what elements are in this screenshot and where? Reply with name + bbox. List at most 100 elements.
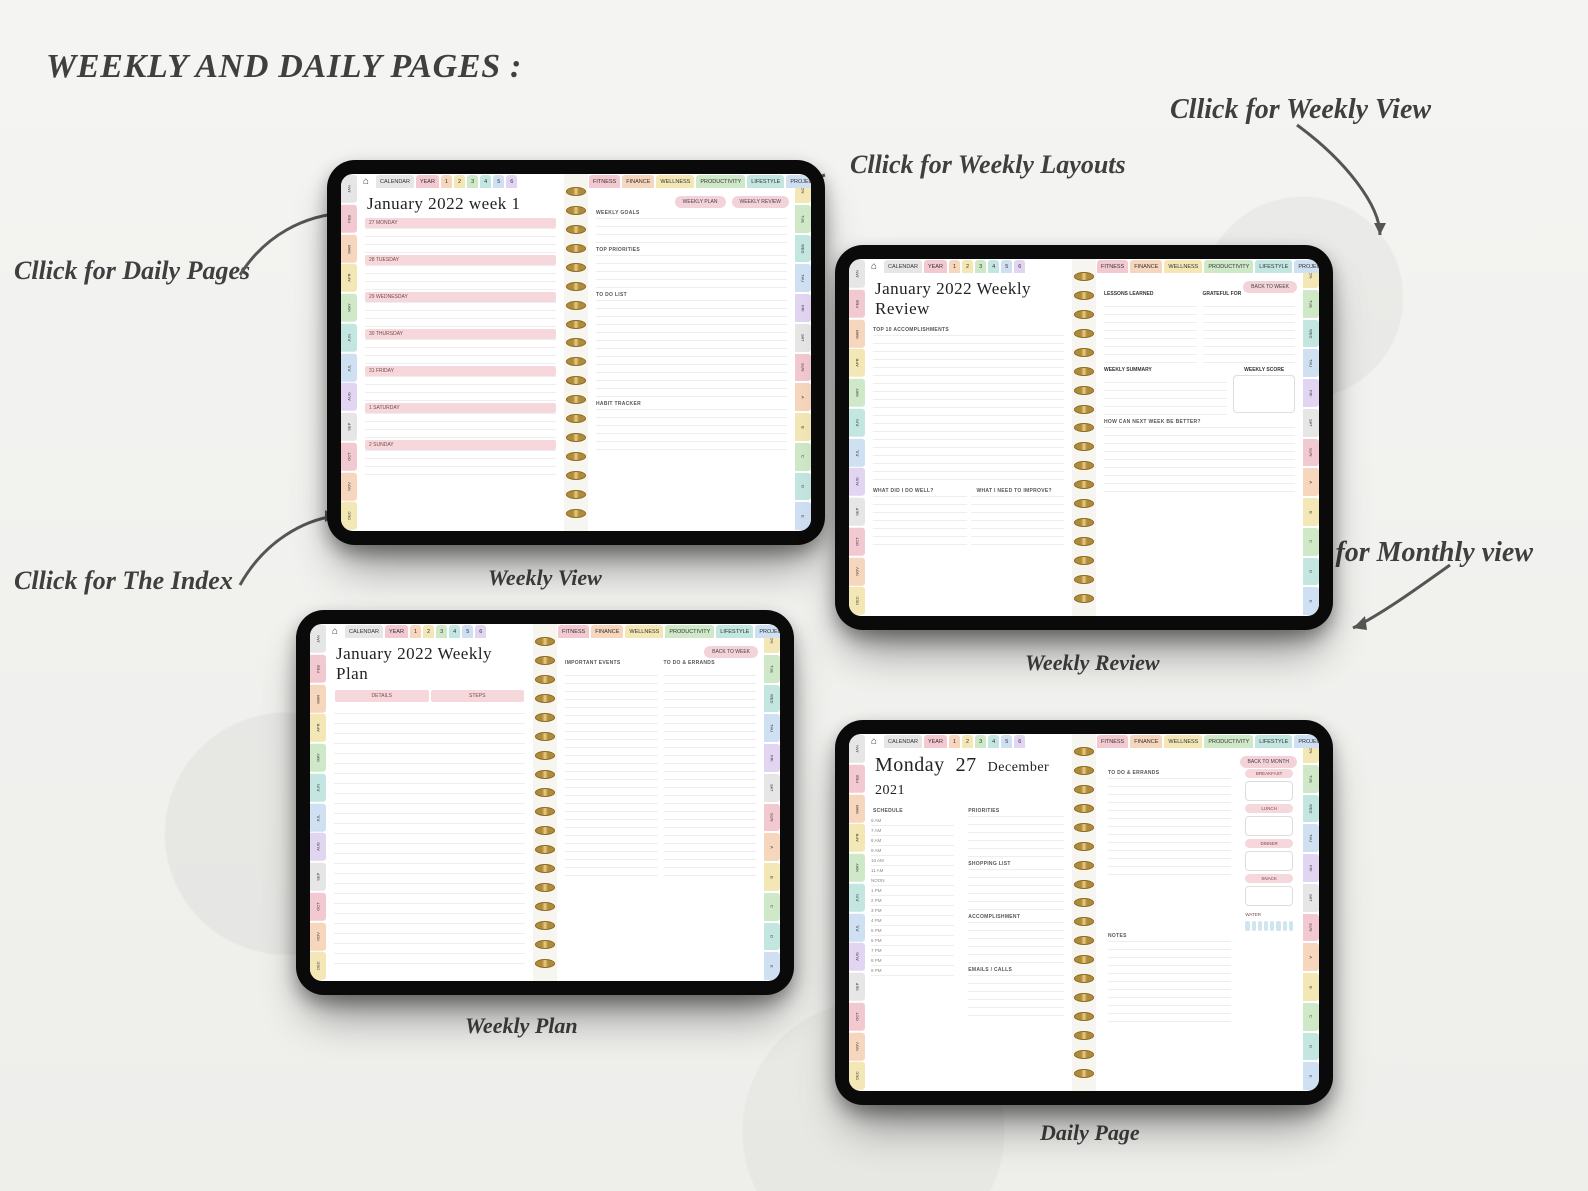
side-tab[interactable]: B <box>1303 973 1319 1001</box>
nav-tab[interactable]: CALENDAR <box>376 175 414 188</box>
day-tab[interactable]: 30 THURSDAY <box>365 329 556 339</box>
month-tab[interactable]: FEB <box>849 765 865 793</box>
side-tab[interactable]: SUN <box>795 354 811 382</box>
nav-tab[interactable]: 2 <box>962 260 973 273</box>
month-tab[interactable]: JUN <box>310 774 326 802</box>
side-tab[interactable]: C <box>1303 1003 1319 1031</box>
nav-tab[interactable]: LIFESTYLE <box>1255 260 1292 273</box>
nav-tab[interactable]: LIFESTYLE <box>716 625 753 638</box>
side-tab[interactable]: WED <box>795 235 811 263</box>
nav-tab[interactable]: WELLNESS <box>625 625 663 638</box>
nav-tab[interactable]: PROJECTS <box>1294 260 1319 273</box>
side-tab[interactable]: WED <box>1303 795 1319 823</box>
side-tab[interactable]: SUN <box>1303 439 1319 467</box>
day-tab[interactable]: 31 FRIDAY <box>365 366 556 376</box>
month-tab[interactable]: MAY <box>849 379 865 407</box>
nav-tab[interactable]: FITNESS <box>1097 260 1128 273</box>
side-tab[interactable]: THU <box>764 714 780 742</box>
home-icon[interactable]: ⌂ <box>326 624 344 638</box>
month-tab[interactable]: OCT <box>310 893 326 921</box>
month-tab[interactable]: OCT <box>341 443 357 471</box>
nav-tab[interactable]: FINANCE <box>622 175 654 188</box>
side-tab[interactable]: WED <box>1303 320 1319 348</box>
month-tab[interactable]: APR <box>849 824 865 852</box>
side-tab[interactable]: TUE <box>795 205 811 233</box>
nav-tab[interactable]: FINANCE <box>1130 735 1162 748</box>
month-tab[interactable]: MAR <box>341 235 357 263</box>
side-tab[interactable]: SUN <box>1303 914 1319 942</box>
nav-tab[interactable]: 1 <box>949 735 960 748</box>
nav-tab[interactable]: YEAR <box>385 625 408 638</box>
side-tab[interactable]: SAT <box>764 774 780 802</box>
month-tab[interactable]: FEB <box>341 205 357 233</box>
nav-tab[interactable]: WELLNESS <box>656 175 694 188</box>
nav-tab[interactable]: LIFESTYLE <box>1255 735 1292 748</box>
nav-tab[interactable]: PRODUCTIVITY <box>665 625 714 638</box>
side-tab[interactable]: B <box>764 863 780 891</box>
nav-tab[interactable]: CALENDAR <box>884 735 922 748</box>
month-tab[interactable]: APR <box>849 349 865 377</box>
back-to-week-button[interactable]: BACK TO WEEK <box>704 646 758 658</box>
side-tab[interactable]: B <box>795 413 811 441</box>
side-tab[interactable]: A <box>1303 468 1319 496</box>
day-tab[interactable]: 1 SATURDAY <box>365 403 556 413</box>
month-tab[interactable]: MAR <box>849 320 865 348</box>
month-tab[interactable]: JAN <box>849 735 865 763</box>
nav-tab[interactable]: YEAR <box>416 175 439 188</box>
day-tab[interactable]: 29 WEDNESDAY <box>365 292 556 302</box>
nav-tab[interactable]: 1 <box>949 260 960 273</box>
nav-tab[interactable]: FITNESS <box>1097 735 1128 748</box>
day-tab[interactable]: 2 SUNDAY <box>365 440 556 450</box>
water-tracker[interactable] <box>1245 921 1293 931</box>
month-tab[interactable]: OCT <box>849 528 865 556</box>
side-tab[interactable]: D <box>1303 558 1319 586</box>
day-tab[interactable]: 28 TUESDAY <box>365 255 556 265</box>
home-icon[interactable]: ⌂ <box>865 734 883 748</box>
month-tab[interactable]: DEC <box>341 502 357 530</box>
nav-tab[interactable]: 4 <box>988 260 999 273</box>
nav-tab[interactable]: 6 <box>1014 735 1025 748</box>
month-tab[interactable]: SEP <box>310 863 326 891</box>
nav-tab[interactable]: 6 <box>475 625 486 638</box>
month-tab[interactable]: MAY <box>310 744 326 772</box>
nav-tab[interactable]: YEAR <box>924 735 947 748</box>
side-tab[interactable]: FRI <box>795 294 811 322</box>
month-tab[interactable]: JUL <box>341 354 357 382</box>
side-tab[interactable]: D <box>764 923 780 951</box>
month-tab[interactable]: JAN <box>341 175 357 203</box>
nav-tab[interactable]: FINANCE <box>1130 260 1162 273</box>
month-tab[interactable]: MAR <box>310 685 326 713</box>
side-tab[interactable]: FRI <box>764 744 780 772</box>
nav-tab[interactable]: 2 <box>962 735 973 748</box>
home-icon[interactable]: ⌂ <box>357 174 375 188</box>
weekly-review-button[interactable]: WEEKLY REVIEW <box>732 196 790 208</box>
side-tab[interactable]: SUN <box>764 804 780 832</box>
nav-tab[interactable]: 3 <box>975 260 986 273</box>
month-tab[interactable]: JUL <box>849 914 865 942</box>
side-tab[interactable]: THU <box>795 264 811 292</box>
side-tab[interactable]: B <box>1303 498 1319 526</box>
month-tab[interactable]: JUN <box>849 884 865 912</box>
side-tab[interactable]: D <box>1303 1033 1319 1061</box>
month-tab[interactable]: DEC <box>849 587 865 615</box>
side-tab[interactable]: WED <box>764 685 780 713</box>
nav-tab[interactable]: 3 <box>436 625 447 638</box>
back-to-week-button[interactable]: BACK TO WEEK <box>1243 281 1297 293</box>
nav-tab[interactable]: 5 <box>493 175 504 188</box>
side-tab[interactable]: E <box>1303 587 1319 615</box>
nav-tab[interactable]: WELLNESS <box>1164 260 1202 273</box>
nav-tab[interactable]: FINANCE <box>591 625 623 638</box>
side-tab[interactable]: TUE <box>1303 290 1319 318</box>
nav-tab[interactable]: 2 <box>423 625 434 638</box>
side-tab[interactable]: TUE <box>764 655 780 683</box>
side-tab[interactable]: TUE <box>1303 765 1319 793</box>
back-to-month-button[interactable]: BACK TO MONTH <box>1240 756 1298 768</box>
side-tab[interactable]: THU <box>1303 824 1319 852</box>
month-tab[interactable]: FEB <box>310 655 326 683</box>
month-tab[interactable]: JUL <box>849 439 865 467</box>
month-tab[interactable]: DEC <box>849 1062 865 1090</box>
nav-tab[interactable]: FITNESS <box>558 625 589 638</box>
nav-tab[interactable]: CALENDAR <box>884 260 922 273</box>
month-tab[interactable]: NOV <box>849 558 865 586</box>
side-tab[interactable]: D <box>795 473 811 501</box>
